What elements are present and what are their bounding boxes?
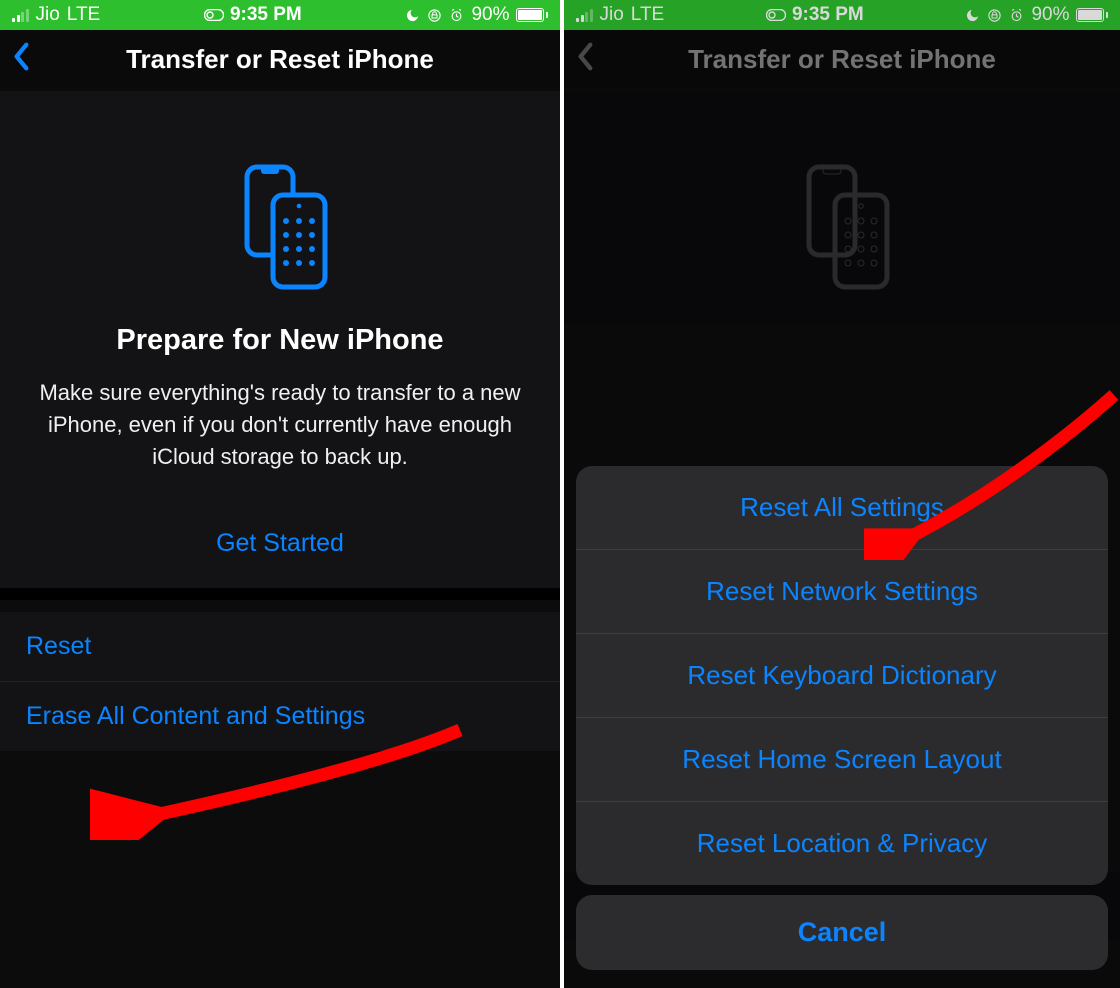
transfer-iphone-icon (225, 161, 335, 296)
battery-percent: 90% (471, 4, 509, 26)
options-list: Reset Erase All Content and Settings (0, 612, 560, 751)
action-sheet: Reset All Settings Reset Network Setting… (576, 466, 1108, 970)
nav-bar: Transfer or Reset iPhone (0, 30, 560, 88)
get-started-link[interactable]: Get Started (0, 529, 560, 588)
card-title: Prepare for New iPhone (30, 324, 530, 357)
reset-keyboard-dictionary[interactable]: Reset Keyboard Dictionary (576, 634, 1108, 718)
reset-location-privacy[interactable]: Reset Location & Privacy (576, 802, 1108, 885)
reset-row[interactable]: Reset (0, 612, 560, 682)
battery-icon (516, 8, 548, 22)
card-body: Make sure everything's ready to transfer… (30, 377, 530, 473)
reset-network-settings[interactable]: Reset Network Settings (576, 550, 1108, 634)
screenshot-left: Jio LTE 9:35 PM 90% Transfer or Reset iP… (0, 0, 560, 988)
status-bar: Jio LTE 9:35 PM 90% (0, 0, 560, 30)
carrier-label: Jio (36, 4, 60, 26)
vpn-icon (204, 9, 224, 21)
alarm-icon (449, 8, 464, 23)
reset-all-settings[interactable]: Reset All Settings (576, 466, 1108, 550)
erase-all-row[interactable]: Erase All Content and Settings (0, 682, 560, 751)
page-title: Transfer or Reset iPhone (126, 44, 434, 75)
clock: 9:35 PM (230, 4, 302, 26)
screenshot-right: Jio LTE 9:35 PM 90% Transfer or Reset iP… (560, 0, 1120, 988)
back-button[interactable] (12, 42, 32, 77)
network-type: LTE (67, 4, 100, 26)
reset-home-screen-layout[interactable]: Reset Home Screen Layout (576, 718, 1108, 802)
orientation-lock-icon (427, 8, 442, 23)
cancel-button[interactable]: Cancel (576, 895, 1108, 970)
moon-icon (405, 8, 420, 23)
prepare-card: Prepare for New iPhone Make sure everyth… (0, 91, 560, 588)
cell-signal-icon (12, 8, 29, 22)
